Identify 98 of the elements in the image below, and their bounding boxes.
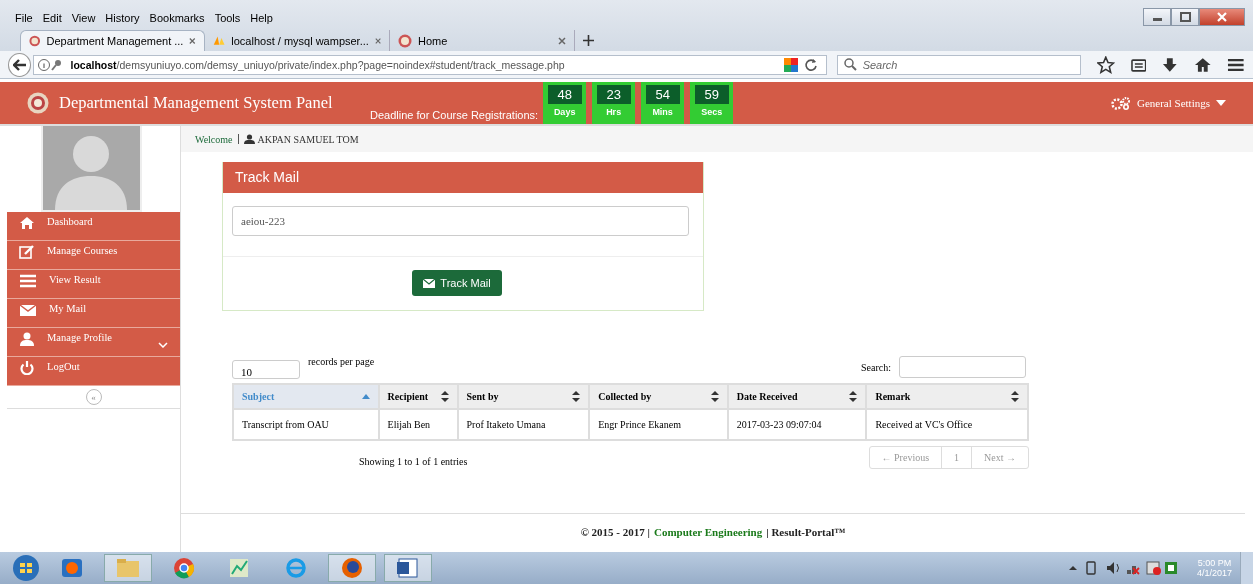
back-button[interactable] <box>8 52 32 77</box>
power-icon <box>19 361 35 375</box>
sidebar-item[interactable]: View Result <box>7 270 180 299</box>
envelope-icon <box>19 303 37 317</box>
table-cell: 2017-03-23 09:07:04 <box>727 409 867 440</box>
search-icon <box>843 58 857 71</box>
column-header[interactable]: Collected by <box>589 384 728 409</box>
restore-button[interactable] <box>1171 8 1199 26</box>
menu-item[interactable]: Bookmarks <box>144 12 210 24</box>
countdown-unit: 48 Days <box>543 82 587 124</box>
clock-date: 4/1/2017 <box>1196 568 1232 578</box>
user-name: AKPAN SAMUEL TOM <box>257 133 359 145</box>
user-icon <box>19 332 35 346</box>
column-header[interactable]: Remark <box>866 384 1028 409</box>
sidebar-item[interactable]: LogOut <box>7 357 180 386</box>
sort-up-icon <box>361 394 370 399</box>
countdown-unit: 54 Mins <box>641 82 685 124</box>
app-icon <box>59 556 85 580</box>
address-bar[interactable]: localhost/demsyuniuyo.com/demsy_uniuyo/private/index.php?page=noindex#student/track_message.php <box>33 54 827 75</box>
table-cell: Engr Prince Ekanem <box>589 409 728 440</box>
menu-item[interactable]: Tools <box>209 12 246 24</box>
app-icon <box>339 556 365 580</box>
windows-logo-icon <box>12 554 40 582</box>
reload-icon <box>803 57 818 72</box>
column-header[interactable]: Sent by <box>457 384 590 409</box>
panel-heading: Track Mail <box>223 162 703 193</box>
user-icon <box>243 134 255 144</box>
chevron-icon[interactable] <box>158 342 168 348</box>
footer-link[interactable]: Computer Engineering <box>653 526 763 538</box>
sort-icon <box>440 391 449 402</box>
sort-icon <box>1011 391 1019 402</box>
menu-icon[interactable] <box>1227 57 1246 72</box>
star-icon[interactable] <box>1097 55 1115 74</box>
column-header[interactable]: Date Received <box>727 384 867 409</box>
welcome-text: Welcome <box>195 133 233 145</box>
sidebar-item[interactable]: Dashboard <box>7 212 180 241</box>
back-arrow-icon <box>12 58 27 71</box>
gears-icon <box>1111 96 1131 110</box>
home-icon <box>19 216 35 230</box>
seal-icon <box>398 33 412 48</box>
list-icon <box>19 274 37 288</box>
shield-icon <box>783 57 798 72</box>
deadline-label: Deadline for Course Registrations: <box>370 109 539 123</box>
close-tab-icon[interactable] <box>189 37 196 45</box>
taskbar-app-icon[interactable] <box>384 554 432 582</box>
app-icon <box>283 556 309 580</box>
browser-tab[interactable]: Department Management ... <box>20 30 205 51</box>
home-icon[interactable] <box>1193 56 1212 73</box>
footer-text: | Result-Portal™ <box>766 526 846 538</box>
menu-item[interactable]: History <box>100 12 145 24</box>
menu-item[interactable]: Edit <box>37 12 67 24</box>
table-cell: Prof Itaketo Umana <box>457 409 590 440</box>
sort-icon <box>849 391 858 402</box>
app-icon <box>115 556 141 580</box>
taskbar-app-icon[interactable] <box>328 554 376 582</box>
page-size-label: records per page <box>308 356 375 367</box>
close-button[interactable] <box>1199 8 1245 26</box>
edit-icon <box>19 245 35 259</box>
search-field[interactable]: Search <box>836 54 1082 75</box>
countdown-unit: 59 Secs <box>690 82 734 124</box>
column-header[interactable]: Recipient <box>378 384 458 409</box>
seal-icon <box>27 92 49 114</box>
table-cell: Received at VC's Office <box>866 409 1028 440</box>
page-size-field[interactable]: 10 <box>232 359 300 379</box>
app-icon <box>171 556 197 580</box>
minimize-button[interactable] <box>1143 8 1171 26</box>
search-label: Search: <box>861 361 891 373</box>
download-icon[interactable] <box>1162 56 1178 73</box>
sort-icon <box>710 391 719 402</box>
sidebar-item[interactable]: My Mail <box>7 299 180 328</box>
table-cell: Elijah Ben <box>378 409 458 440</box>
menu-item[interactable]: View <box>66 12 101 24</box>
caret-icon <box>1216 100 1226 106</box>
menu-item[interactable]: File <box>10 12 38 24</box>
envelope-icon <box>423 278 436 288</box>
panel-title: Departmental Management System Panel <box>59 93 333 113</box>
close-tab-icon[interactable] <box>558 36 566 45</box>
collapse-button[interactable]: « <box>85 389 102 405</box>
sidebar-item[interactable]: Manage Profile <box>7 328 180 357</box>
close-tab-icon[interactable] <box>374 36 381 45</box>
menu-item[interactable]: Help <box>245 12 278 24</box>
footer-text: © 2015 - 2017 | <box>580 526 650 538</box>
sort-icon <box>572 391 581 402</box>
reading-list-icon[interactable] <box>1130 56 1147 73</box>
sidebar-item[interactable]: Manage Courses <box>7 241 180 270</box>
track-mail-button[interactable]: Track Mail <box>412 270 502 296</box>
app-icon <box>395 556 421 580</box>
clock-time: 5:00 PM <box>1197 558 1232 568</box>
tracking-input[interactable]: aeiou-223 <box>232 206 689 236</box>
table-cell: Transcript from OAU <box>233 409 379 440</box>
entries-info: Showing 1 to 1 of 1 entries <box>359 456 468 467</box>
settings-menu[interactable]: General Settings <box>1111 96 1226 110</box>
seal-icon <box>29 34 41 48</box>
close-icon <box>1216 12 1228 22</box>
countdown-unit: 23 Hrs <box>592 82 636 124</box>
start-button[interactable] <box>12 554 40 582</box>
new-tab-icon[interactable] <box>583 35 594 46</box>
table-search-field[interactable] <box>899 356 1026 378</box>
